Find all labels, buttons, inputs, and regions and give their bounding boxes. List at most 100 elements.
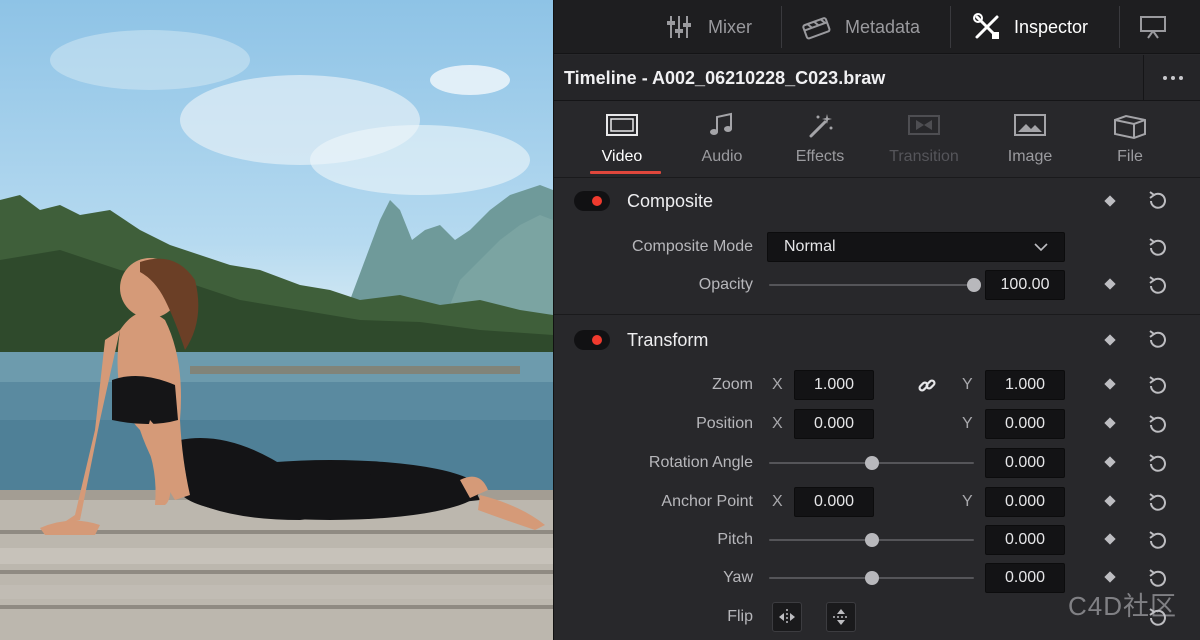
pitch-slider[interactable] bbox=[769, 533, 974, 547]
position-x-axis-label: X bbox=[772, 415, 783, 432]
keyframe-diamond-icon[interactable] bbox=[1105, 418, 1115, 428]
anchor-point-row: Anchor Point X 0.000 Y 0.000 bbox=[554, 483, 1200, 521]
flip-horizontal-icon bbox=[779, 609, 795, 625]
pitch-field[interactable]: 0.000 bbox=[985, 525, 1065, 555]
viewer-picture bbox=[0, 30, 553, 640]
tab-effects-label: Effects bbox=[795, 148, 845, 165]
tab-image-label: Image bbox=[1007, 148, 1053, 165]
top-toolbar: Mixer Metadata Inspector bbox=[554, 0, 1200, 54]
zoom-x-axis-label: X bbox=[772, 376, 783, 393]
viewer-image bbox=[0, 0, 553, 640]
toolbar-divider bbox=[1119, 6, 1120, 48]
tab-transition: Transition bbox=[872, 102, 976, 178]
section-divider bbox=[554, 314, 1200, 315]
flip-horizontal-button[interactable] bbox=[772, 602, 802, 632]
flip-vertical-button[interactable] bbox=[826, 602, 856, 632]
opacity-field[interactable]: 100.00 bbox=[985, 270, 1065, 300]
opacity-slider-knob[interactable] bbox=[967, 278, 981, 292]
toolbar-metadata-button[interactable]: Metadata bbox=[801, 0, 920, 54]
position-x-field[interactable]: 0.000 bbox=[794, 409, 874, 439]
zoom-y-field[interactable]: 1.000 bbox=[985, 370, 1065, 400]
zoom-x-field[interactable]: 1.000 bbox=[794, 370, 874, 400]
more-dots-icon bbox=[1170, 76, 1175, 80]
tab-audio[interactable]: Audio bbox=[670, 102, 774, 178]
opacity-slider[interactable] bbox=[769, 278, 981, 292]
position-y-field[interactable]: 0.000 bbox=[985, 409, 1065, 439]
position-y-axis-label: Y bbox=[962, 415, 973, 432]
keyframe-diamond-icon[interactable] bbox=[1105, 534, 1115, 544]
composite-section-header[interactable]: Composite bbox=[554, 178, 1200, 224]
reset-icon[interactable] bbox=[1146, 452, 1170, 476]
inspector-tabs: Video Audio Effects Transition Image Fil… bbox=[554, 102, 1200, 178]
tab-video-label: Video bbox=[601, 148, 643, 165]
tab-file-label: File bbox=[1117, 148, 1143, 165]
pitch-label: Pitch bbox=[717, 531, 753, 548]
reset-icon[interactable] bbox=[1146, 413, 1170, 437]
flip-label: Flip bbox=[727, 608, 753, 625]
keyframe-diamond-icon[interactable] bbox=[1105, 279, 1115, 289]
toolbar-divider bbox=[781, 6, 782, 48]
rotation-angle-slider[interactable] bbox=[769, 456, 974, 470]
reset-icon[interactable] bbox=[1146, 491, 1170, 515]
toolbar-monitor-button[interactable] bbox=[1138, 0, 1168, 54]
position-label: Position bbox=[696, 415, 753, 432]
opacity-row: Opacity 100.00 bbox=[554, 266, 1200, 304]
pitch-slider-knob[interactable] bbox=[864, 533, 879, 547]
transform-enable-toggle[interactable] bbox=[574, 330, 610, 350]
file-icon bbox=[1114, 114, 1146, 140]
composite-mode-select[interactable]: Normal bbox=[767, 232, 1065, 262]
reset-icon[interactable] bbox=[1146, 189, 1170, 213]
more-dots-icon bbox=[1178, 76, 1183, 80]
reset-icon[interactable] bbox=[1146, 374, 1170, 398]
toolbar-mixer-button[interactable]: Mixer bbox=[666, 0, 752, 54]
mixer-icon bbox=[667, 16, 691, 38]
yaw-field[interactable]: 0.000 bbox=[985, 563, 1065, 593]
toolbar-inspector-label: Inspector bbox=[1014, 16, 1089, 37]
toolbar-inspector-button[interactable]: Inspector bbox=[972, 0, 1088, 54]
anchor-x-axis-label: X bbox=[772, 493, 783, 510]
transition-icon bbox=[908, 115, 940, 135]
rotation-angle-field[interactable]: 0.000 bbox=[985, 448, 1065, 478]
tab-image[interactable]: Image bbox=[978, 102, 1082, 178]
yaw-slider-knob[interactable] bbox=[864, 571, 879, 585]
clip-title: Timeline - A002_06210228_C023.braw bbox=[564, 68, 886, 88]
keyframe-diamond-icon[interactable] bbox=[1105, 196, 1115, 206]
composite-mode-row: Composite Mode Normal bbox=[554, 228, 1200, 266]
zoom-label: Zoom bbox=[712, 376, 753, 393]
tab-video[interactable]: Video bbox=[570, 102, 674, 178]
more-dots-icon bbox=[1162, 76, 1167, 80]
yaw-slider[interactable] bbox=[769, 571, 974, 585]
rotation-angle-slider-knob[interactable] bbox=[864, 456, 879, 470]
tab-active-indicator bbox=[590, 171, 661, 174]
keyframe-diamond-icon[interactable] bbox=[1105, 335, 1115, 345]
video-icon bbox=[606, 114, 638, 136]
reset-icon[interactable] bbox=[1146, 236, 1170, 260]
rotation-angle-label: Rotation Angle bbox=[648, 454, 753, 471]
inspector-header: Timeline - A002_06210228_C023.braw bbox=[554, 55, 1200, 101]
keyframe-diamond-icon[interactable] bbox=[1105, 379, 1115, 389]
watermark-text: C4D社区 bbox=[1068, 591, 1178, 621]
reset-icon[interactable] bbox=[1146, 529, 1170, 553]
tab-file[interactable]: File bbox=[1078, 102, 1182, 178]
link-icon[interactable] bbox=[916, 375, 938, 397]
keyframe-diamond-icon[interactable] bbox=[1105, 572, 1115, 582]
tab-audio-label: Audio bbox=[701, 148, 743, 165]
metadata-icon bbox=[802, 17, 831, 40]
anchor-x-field[interactable]: 0.000 bbox=[794, 487, 874, 517]
reset-icon[interactable] bbox=[1146, 274, 1170, 298]
anchor-y-field[interactable]: 0.000 bbox=[985, 487, 1065, 517]
transform-section-header[interactable]: Transform bbox=[554, 317, 1200, 363]
inspector-icon bbox=[973, 13, 999, 39]
composite-enable-toggle[interactable] bbox=[574, 191, 610, 211]
opacity-label: Opacity bbox=[698, 276, 753, 293]
composite-mode-label: Composite Mode bbox=[632, 238, 753, 255]
keyframe-diamond-icon[interactable] bbox=[1105, 457, 1115, 467]
tab-transition-label: Transition bbox=[889, 148, 959, 165]
more-options-button[interactable] bbox=[1143, 55, 1200, 101]
tab-effects[interactable]: Effects bbox=[768, 102, 872, 178]
toolbar-mixer-label: Mixer bbox=[708, 16, 752, 37]
reset-icon[interactable] bbox=[1146, 328, 1170, 352]
keyframe-diamond-icon[interactable] bbox=[1105, 496, 1115, 506]
pitch-row: Pitch 0.000 bbox=[554, 521, 1200, 559]
yaw-label: Yaw bbox=[723, 569, 753, 586]
